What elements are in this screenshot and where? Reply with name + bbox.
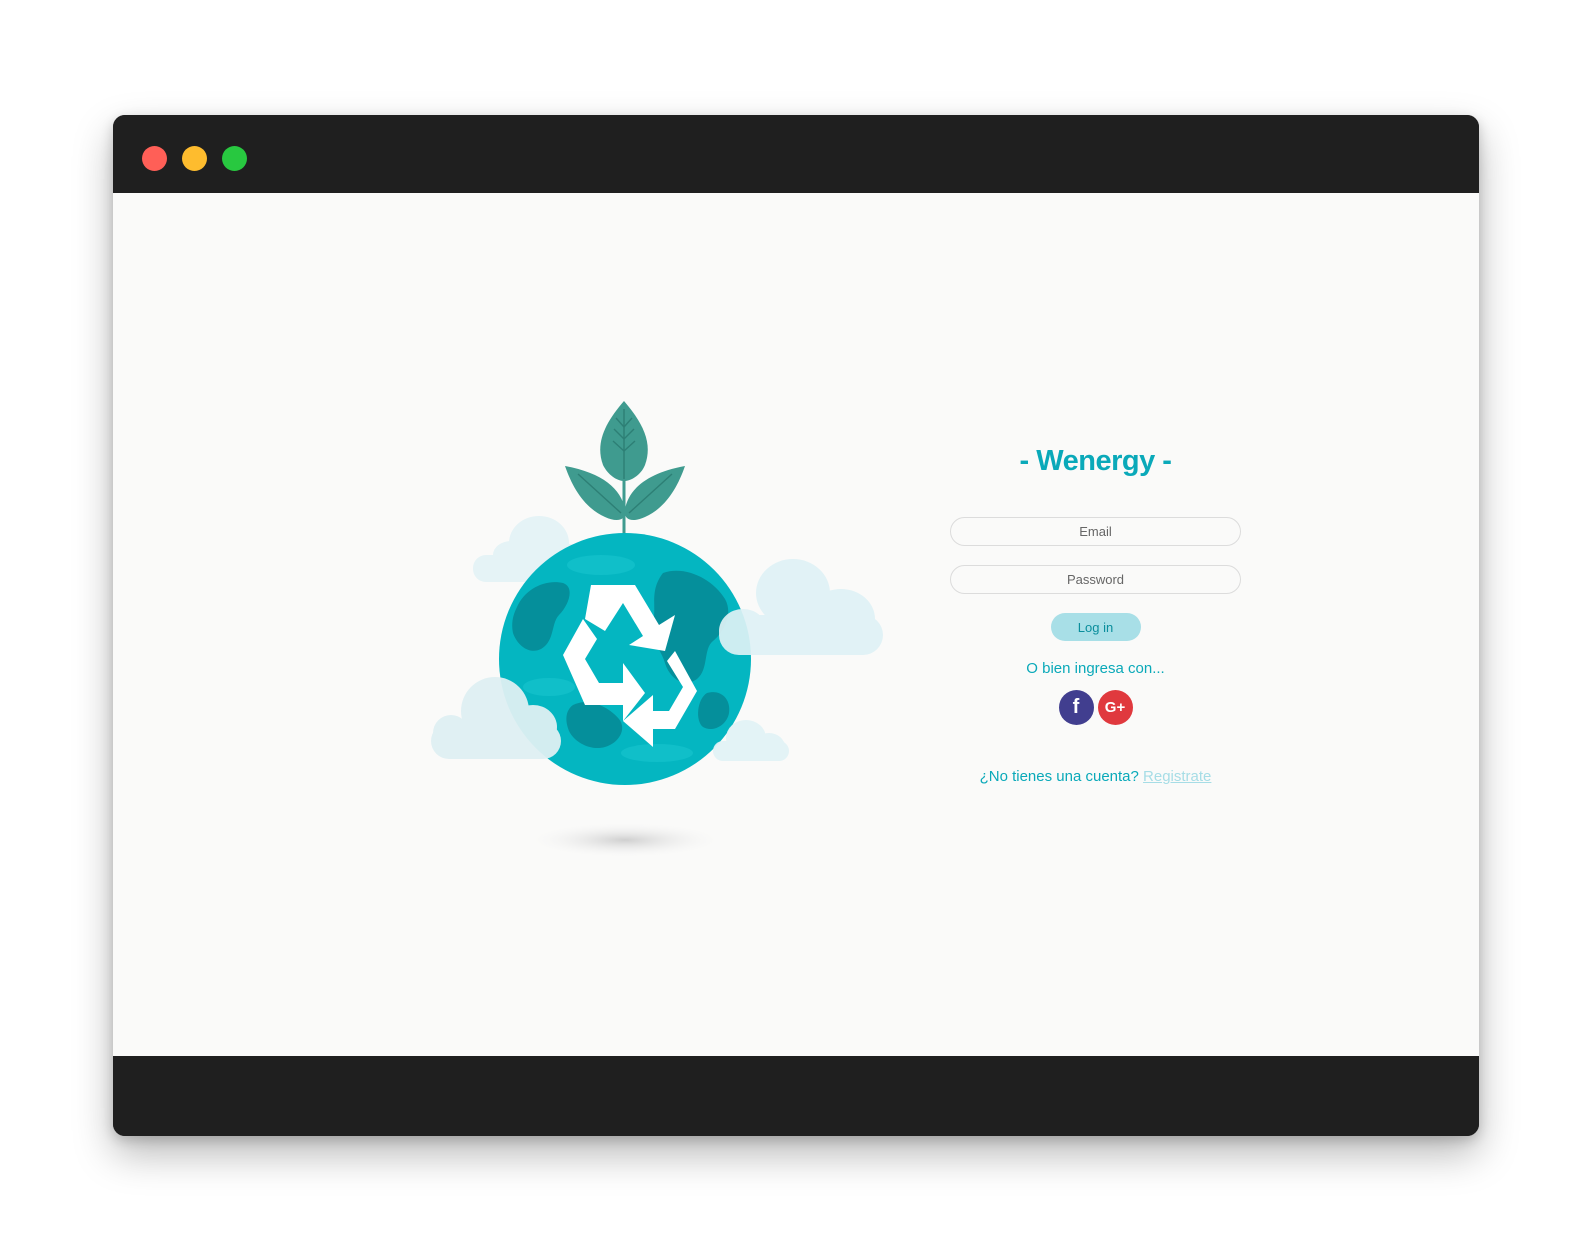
bottom-bar — [113, 1056, 1479, 1136]
close-window-button[interactable] — [142, 146, 167, 171]
alternative-login-text: O bien ingresa con... — [1026, 660, 1165, 677]
signup-link[interactable]: Registrate — [1143, 768, 1211, 785]
social-login-buttons: f G+ — [948, 690, 1243, 726]
recycle-earth-icon — [413, 393, 903, 873]
title-bar — [113, 115, 1479, 193]
facebook-login-button[interactable]: f — [1058, 690, 1094, 725]
brand-title: - Wenergy - — [1019, 445, 1172, 477]
login-panel: - Wenergy - Log in O bien ingresa con...… — [948, 443, 1243, 786]
password-field[interactable] — [950, 565, 1241, 594]
minimize-window-button[interactable] — [182, 146, 207, 171]
maximize-window-button[interactable] — [222, 146, 247, 171]
signup-prompt: ¿No tienes una cuenta? Registrate — [948, 768, 1243, 786]
facebook-icon: f — [1072, 696, 1080, 718]
google-plus-login-button[interactable]: G+ — [1097, 690, 1133, 725]
no-account-text: ¿No tienes una cuenta? — [979, 768, 1139, 785]
google-plus-icon: G+ — [1104, 699, 1126, 716]
page-content: - Wenergy - Log in O bien ingresa con...… — [113, 193, 1479, 1056]
browser-window: - Wenergy - Log in O bien ingresa con...… — [113, 115, 1479, 1136]
login-button[interactable]: Log in — [1050, 613, 1141, 641]
email-field[interactable] — [950, 517, 1241, 546]
